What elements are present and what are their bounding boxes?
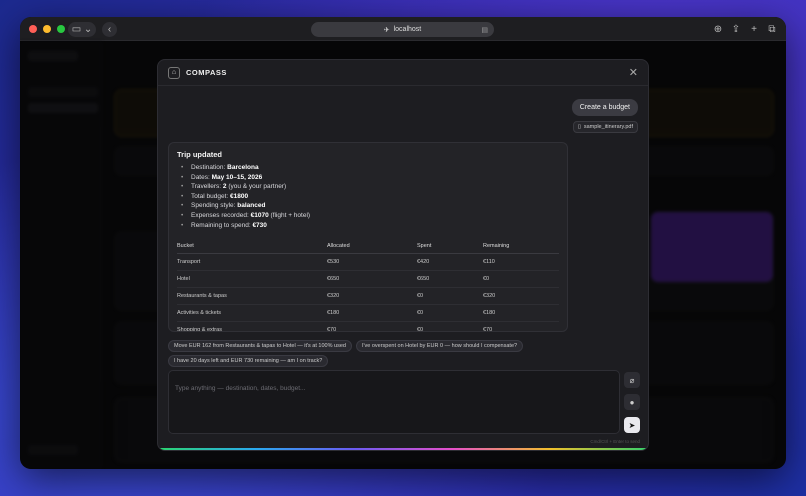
table-cell: Transport	[177, 253, 327, 272]
table-cell: €320	[327, 287, 417, 306]
table-cell: €70	[483, 321, 559, 331]
briefcase-icon: ⌂	[168, 66, 180, 79]
table-cell: €530	[327, 253, 417, 272]
list-item: Remaining to spend: €730	[181, 221, 559, 231]
table-cell: Hotel	[177, 270, 327, 289]
attachment-name: sample_itinerary.pdf	[583, 124, 633, 130]
table-cell: €180	[483, 304, 559, 323]
table-cell: €110	[483, 253, 559, 272]
url-text: localhost	[393, 26, 422, 33]
table-cell: Restaurants & tapas	[177, 287, 327, 306]
send-button[interactable]: ➤	[624, 417, 640, 433]
table-cell: €0	[417, 304, 483, 323]
table-cell: Activities & tickets	[177, 304, 327, 323]
new-tab-button[interactable]: +	[748, 22, 760, 37]
share-button[interactable]: ⇪	[730, 22, 742, 37]
table-cell: €0	[417, 321, 483, 331]
file-icon: ▯	[577, 124, 581, 130]
back-button[interactable]: ‹	[102, 22, 117, 37]
chat-input-container	[168, 370, 620, 434]
list-item: Destination: Barcelona	[181, 163, 559, 173]
table-cell: €650	[327, 270, 417, 289]
close-icon[interactable]: ✕	[629, 66, 638, 79]
table-cell: €0	[483, 270, 559, 289]
table-cell: Shopping & extras	[177, 321, 327, 331]
browser-toolbar: ▭ ⌄ ‹ ✈ localhost ▤ ⊕ ⇪ + ⧉	[20, 17, 786, 41]
table-cell: €650	[417, 270, 483, 289]
send-hint: Cmd/Ctrl + Enter to send	[590, 439, 640, 444]
modal-header: ⌂ COMPASS ✕	[158, 60, 648, 86]
browser-window: ▭ ⌄ ‹ ✈ localhost ▤ ⊕ ⇪ + ⧉ ⌂ COMPASS ✕ …	[20, 17, 786, 469]
airplane-icon: ✈	[383, 26, 390, 34]
suggestion-chips: Move EUR 162 from Restaurants & tapas to…	[168, 340, 608, 367]
close-window-button[interactable]	[29, 25, 37, 33]
suggestion-chip[interactable]: I've overspent on Hotel by EUR 0 — how s…	[355, 340, 524, 352]
column-header: Allocated	[327, 239, 417, 255]
column-header: Remaining	[483, 239, 559, 255]
microphone-icon: ●	[629, 397, 635, 407]
minimize-window-button[interactable]	[43, 25, 51, 33]
tabs-icon: ⧉	[768, 24, 776, 35]
sidebar-icon: ▭ ⌄	[71, 24, 93, 35]
list-item: Dates: May 10–15, 2026	[181, 173, 559, 183]
paperclip-icon: ⌀	[629, 375, 635, 385]
user-message: Create a budget	[571, 99, 638, 116]
list-item: Travellers: 2 (you & your partner)	[181, 182, 559, 192]
response-title: Trip updated	[177, 150, 222, 159]
attachment-chip[interactable]: ▯ sample_itinerary.pdf	[572, 121, 638, 133]
share-icon: ⇪	[731, 24, 741, 35]
table-cell: €420	[417, 253, 483, 272]
list-item: Expenses recorded: €1070 (flight + hotel…	[181, 211, 559, 221]
voice-button[interactable]: ●	[624, 394, 640, 410]
tab-overview-button[interactable]: ⧉	[766, 22, 778, 37]
table-cell: €70	[327, 321, 417, 331]
list-item: Total budget: €1800	[181, 192, 559, 202]
suggestion-chip[interactable]: I have 20 days left and EUR 730 remainin…	[168, 355, 329, 367]
reader-icon: ▤	[481, 26, 488, 34]
table-row: Activities & tickets €180 €0 €180	[177, 304, 559, 323]
budget-table: Bucket Allocated Spent Remaining Transpo…	[177, 239, 559, 331]
suggestion-chip[interactable]: Move EUR 162 from Restaurants & tapas to…	[168, 340, 352, 352]
send-icon: ➤	[628, 420, 636, 430]
assistant-response: Trip updated Destination: Barcelona Date…	[168, 142, 568, 332]
plus-icon: +	[751, 24, 757, 35]
brand-title: COMPASS	[186, 68, 227, 77]
column-header: Bucket	[177, 239, 327, 255]
table-row: Restaurants & tapas €320 €0 €320	[177, 287, 559, 306]
table-cell: €320	[483, 287, 559, 306]
list-item: Spending style: balanced	[181, 201, 559, 211]
table-cell: €0	[417, 287, 483, 306]
trip-summary-list: Destination: Barcelona Dates: May 10–15,…	[181, 163, 559, 230]
table-row: Transport €530 €420 €110	[177, 253, 559, 272]
table-header-row: Bucket Allocated Spent Remaining	[177, 239, 559, 255]
download-icon: ⊕	[713, 24, 723, 35]
chevron-left-icon: ‹	[107, 24, 112, 35]
zoom-window-button[interactable]	[57, 25, 65, 33]
table-row: Shopping & extras €70 €0 €70	[177, 321, 559, 331]
attach-button[interactable]: ⌀	[624, 372, 640, 388]
table-cell: €180	[327, 304, 417, 323]
sidebar-toggle-button[interactable]: ▭ ⌄	[68, 22, 96, 37]
address-bar[interactable]: ✈ localhost ▤	[311, 22, 494, 37]
assistant-modal: ⌂ COMPASS ✕ Create a budget ▯ sample_iti…	[157, 59, 649, 451]
column-header: Spent	[417, 239, 483, 255]
chat-input[interactable]	[175, 385, 613, 392]
rainbow-border	[158, 448, 648, 450]
window-controls	[29, 25, 65, 33]
table-row: Hotel €650 €650 €0	[177, 270, 559, 289]
downloads-button[interactable]: ⊕	[712, 22, 724, 37]
